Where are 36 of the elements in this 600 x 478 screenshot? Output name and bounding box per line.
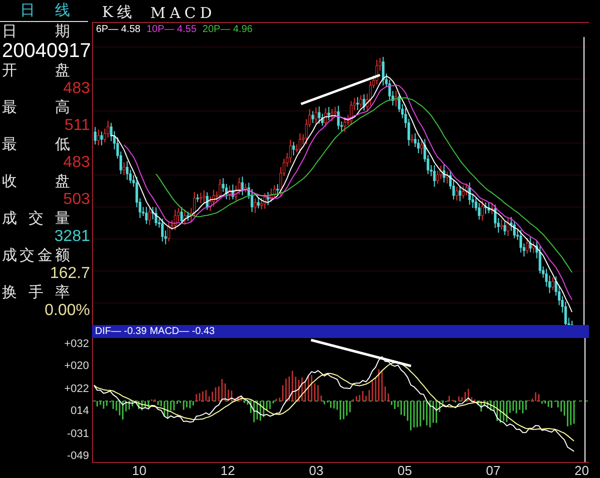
field-value: 3281	[53, 228, 90, 246]
field-label: 日 期	[2, 22, 71, 41]
axis-tick-label: 05	[398, 463, 412, 478]
field-label: 换手率	[2, 283, 71, 302]
axis-tick-label: 20	[574, 463, 589, 478]
axis-tick-label: -049	[66, 450, 89, 462]
field-label: 成 交 量	[2, 209, 71, 228]
axis-tick-label: +022	[64, 382, 89, 395]
field-label: 最 低	[2, 135, 71, 154]
axis-tick-label: +032	[64, 338, 89, 350]
axis-tick-label: -031	[66, 428, 89, 440]
field-value: 0.00%	[44, 302, 90, 320]
field-label: 开 盘	[2, 61, 71, 80]
moving-average-legend: 10P— 4.55	[146, 24, 197, 36]
axis-tick-label: 014	[70, 405, 89, 418]
field-value: 511	[63, 117, 90, 135]
field-value: 503	[62, 191, 90, 209]
axis-tick-label: 07	[486, 463, 500, 478]
moving-average-legend: 6P— 4.58	[96, 24, 140, 36]
period-tab[interactable]: 日 线	[0, 0, 88, 22]
chart-type-label: K线	[102, 3, 136, 22]
axis-tick-label: 10	[132, 463, 146, 478]
axis-tick-label: 03	[309, 463, 324, 478]
field-label: 成交金额	[2, 246, 71, 265]
field-label: 最 高	[2, 98, 71, 117]
field-value: 483	[62, 154, 90, 172]
indicator-legend: DIF— -0.39	[95, 326, 147, 337]
field-value: 162.7	[48, 265, 90, 283]
moving-average-legend: 20P— 4.96	[202, 24, 253, 36]
field-label: 收 盘	[2, 172, 71, 191]
field-value: 20040917	[2, 41, 90, 61]
indicator-label: MACD	[150, 4, 216, 22]
axis-tick-label: +020	[64, 360, 89, 372]
field-value: 483	[62, 80, 90, 98]
axis-tick-label: 12	[220, 463, 235, 478]
indicator-legend: MACD— -0.43	[150, 326, 215, 337]
